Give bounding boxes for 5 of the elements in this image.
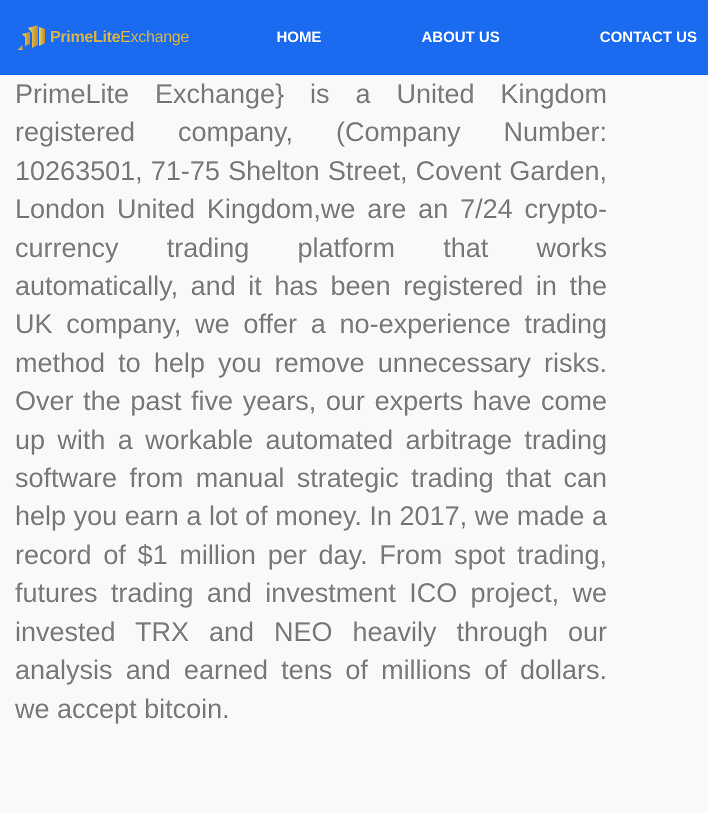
logo-icon (18, 24, 46, 50)
company-description: PrimeLite Exchange} is a United Kingdom registered company, (Company Number: 10263501, 71-75 Shelton Street, Covent Garden, London United Kingdom,we are an 7/24 crypto-currency trading platform that works automatically, and it has been registered in the UK company, we offer a no-experience trading method to help you remove unnecessary risks. Over the past five years, our experts have come up with a workable automated arbitrage trading software from manual strategic trading that can help you earn a lot of money. In 2017, we made a record of $1 million per day. From spot trading, futures trading and investment ICO project, we invested TRX and NEO heavily through our analysis and earned tens of millions of dollars. we accept bitcoin. (15, 78, 607, 726)
nav-link[interactable]: HOME (276, 29, 322, 46)
nav-link[interactable]: CONTACT US (600, 29, 697, 46)
nav-link[interactable]: ABOUT US (421, 29, 500, 46)
